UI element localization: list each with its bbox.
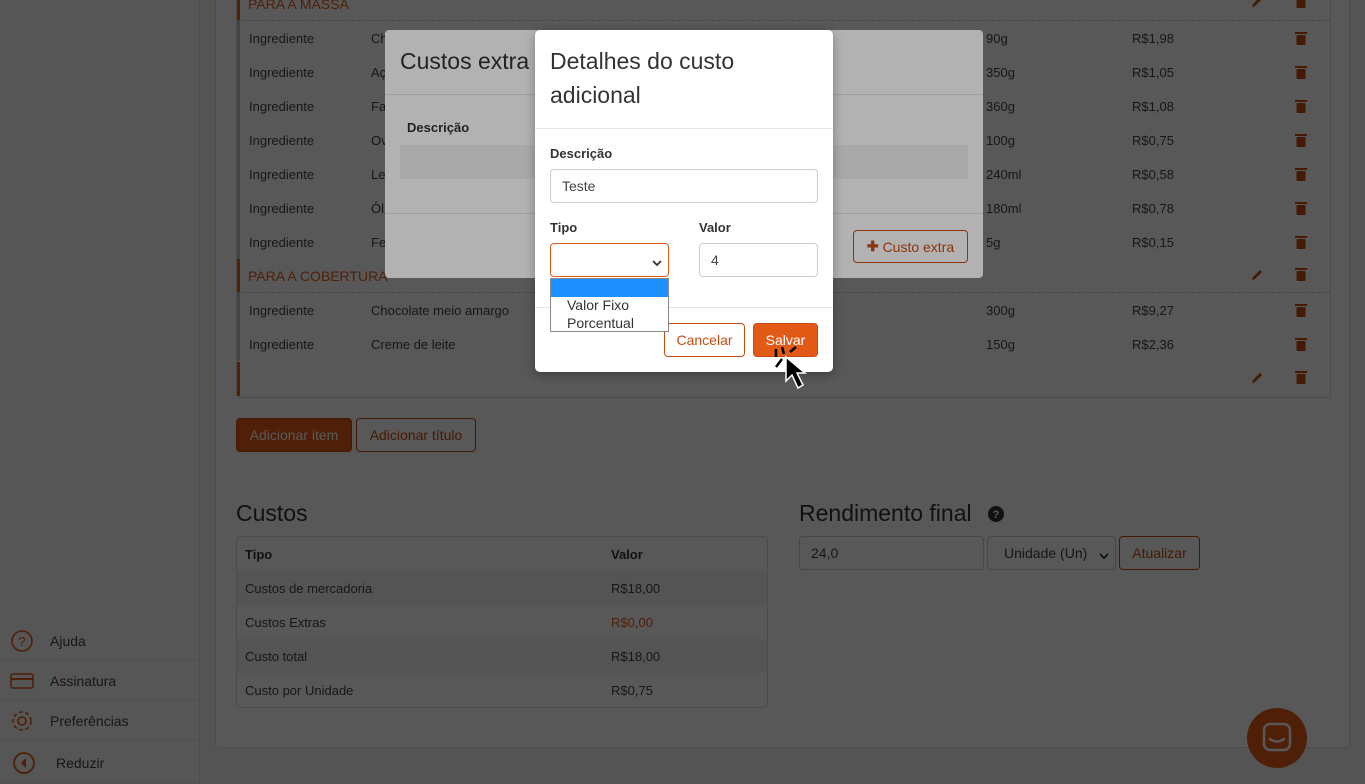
value-input[interactable]: 4	[699, 243, 818, 277]
modal-title: Detalhes do custo adicional	[550, 48, 735, 108]
type-label: Tipo	[550, 220, 578, 235]
chevron-down-icon	[652, 255, 662, 271]
value-label: Valor	[699, 220, 731, 235]
description-value: Teste	[562, 178, 596, 194]
dropdown-option-empty[interactable]	[551, 279, 668, 297]
description-label: Descrição	[550, 146, 613, 161]
dropdown-option-porcentual[interactable]: Porcentual	[551, 314, 668, 332]
mouse-pointer-icon	[772, 345, 822, 398]
cancel-button[interactable]: Cancelar	[664, 323, 745, 357]
value-value: 4	[711, 252, 719, 268]
divider	[535, 128, 833, 129]
dropdown-option-valor-fixo[interactable]: Valor Fixo	[551, 296, 668, 314]
type-dropdown-list: Valor Fixo Porcentual	[550, 278, 669, 332]
type-select[interactable]	[550, 243, 669, 277]
description-input[interactable]: Teste	[550, 169, 818, 203]
